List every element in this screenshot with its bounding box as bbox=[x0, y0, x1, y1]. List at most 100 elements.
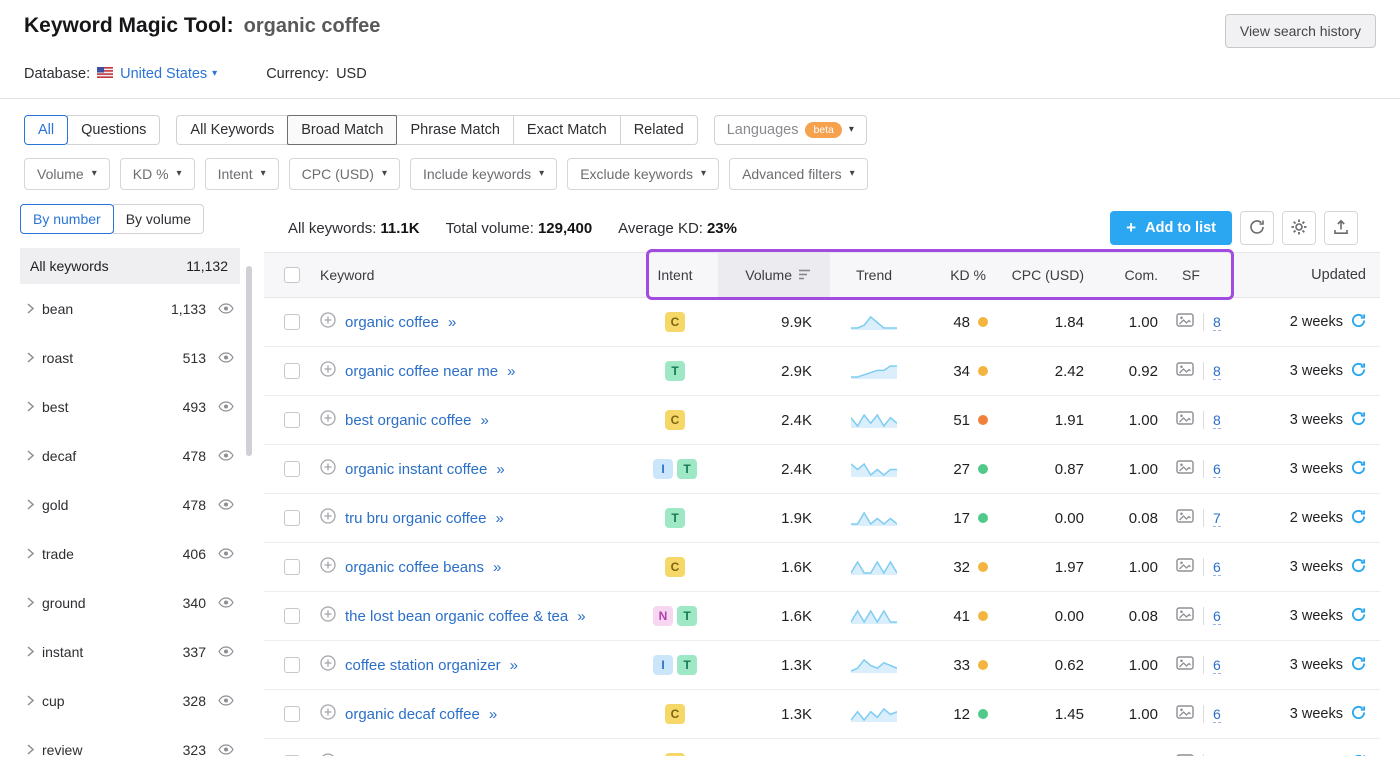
column-header-updated[interactable]: Updated bbox=[1260, 267, 1380, 283]
keyword-link[interactable]: organic coffee bbox=[345, 314, 439, 331]
column-header-cpc[interactable]: CPC (USD) bbox=[1000, 267, 1100, 283]
preview-eye-icon[interactable] bbox=[218, 548, 234, 559]
serp-snapshot-icon[interactable] bbox=[1176, 362, 1194, 380]
keyword-group-trade[interactable]: trade 406 bbox=[20, 529, 240, 578]
tab-exact-match[interactable]: Exact Match bbox=[513, 115, 621, 145]
refresh-metrics-icon[interactable] bbox=[1351, 656, 1366, 675]
row-checkbox[interactable] bbox=[284, 412, 300, 428]
row-checkbox[interactable] bbox=[284, 363, 300, 379]
serp-snapshot-icon[interactable] bbox=[1176, 558, 1194, 576]
preview-eye-icon[interactable] bbox=[218, 303, 234, 314]
filter-exclude-keywords[interactable]: Exclude keywords▾ bbox=[567, 158, 719, 190]
keyword-link[interactable]: best organic coffee bbox=[345, 412, 471, 429]
row-checkbox[interactable] bbox=[284, 559, 300, 575]
keyword-group-review[interactable]: review 323 bbox=[20, 725, 240, 756]
serp-snapshot-icon[interactable] bbox=[1176, 460, 1194, 478]
export-button[interactable] bbox=[1324, 211, 1358, 245]
row-checkbox[interactable] bbox=[284, 755, 300, 756]
open-keyword-icon[interactable]: » bbox=[489, 706, 497, 723]
row-checkbox[interactable] bbox=[284, 461, 300, 477]
refresh-metrics-icon[interactable] bbox=[1351, 411, 1366, 430]
sf-count-link[interactable]: 6 bbox=[1213, 461, 1221, 478]
add-keyword-icon[interactable] bbox=[320, 753, 336, 756]
view-search-history-button[interactable]: View search history bbox=[1225, 14, 1376, 48]
filter-advanced-filters[interactable]: Advanced filters▾ bbox=[729, 158, 868, 190]
serp-snapshot-icon[interactable] bbox=[1176, 705, 1194, 723]
keyword-link[interactable]: coffee bag organizer bbox=[345, 755, 482, 757]
keyword-link[interactable]: organic decaf coffee bbox=[345, 706, 480, 723]
languages-dropdown[interactable]: Languages beta ▾ bbox=[714, 115, 867, 145]
filter-volume[interactable]: Volume▾ bbox=[24, 158, 110, 190]
preview-eye-icon[interactable] bbox=[218, 450, 234, 461]
preview-eye-icon[interactable] bbox=[218, 597, 234, 608]
serp-snapshot-icon[interactable] bbox=[1176, 607, 1194, 625]
preview-eye-icon[interactable] bbox=[218, 352, 234, 363]
add-keyword-icon[interactable] bbox=[320, 557, 336, 577]
sf-count-link[interactable]: 6 bbox=[1213, 657, 1221, 674]
open-keyword-icon[interactable]: » bbox=[510, 657, 518, 674]
sf-count-link[interactable]: 8 bbox=[1213, 314, 1221, 331]
preview-eye-icon[interactable] bbox=[218, 499, 234, 510]
keyword-link[interactable]: the lost bean organic coffee & tea bbox=[345, 608, 568, 625]
filter-kd[interactable]: KD %▾ bbox=[120, 158, 195, 190]
keyword-group-ground[interactable]: ground 340 bbox=[20, 578, 240, 627]
keyword-link[interactable]: coffee station organizer bbox=[345, 657, 501, 674]
add-keyword-icon[interactable] bbox=[320, 704, 336, 724]
keyword-group-roast[interactable]: roast 513 bbox=[20, 333, 240, 382]
sf-count-link[interactable]: 8 bbox=[1213, 363, 1221, 380]
add-to-list-button[interactable]: + Add to list bbox=[1110, 211, 1232, 245]
refresh-metrics-icon[interactable] bbox=[1351, 754, 1366, 757]
serp-snapshot-icon[interactable] bbox=[1176, 754, 1194, 756]
sf-count-link[interactable]: 8 bbox=[1213, 412, 1221, 429]
add-keyword-icon[interactable] bbox=[320, 361, 336, 381]
column-header-volume[interactable]: Volume bbox=[718, 253, 830, 297]
add-keyword-icon[interactable] bbox=[320, 655, 336, 675]
keyword-group-cup[interactable]: cup 328 bbox=[20, 676, 240, 725]
open-keyword-icon[interactable]: » bbox=[448, 314, 456, 331]
row-checkbox[interactable] bbox=[284, 314, 300, 330]
tab-broad-match[interactable]: Broad Match bbox=[287, 115, 397, 145]
sidebar-scrollbar[interactable] bbox=[246, 266, 252, 456]
refresh-metrics-icon[interactable] bbox=[1351, 313, 1366, 332]
column-header-trend[interactable]: Trend bbox=[830, 267, 918, 283]
refresh-metrics-icon[interactable] bbox=[1351, 705, 1366, 724]
open-keyword-icon[interactable]: » bbox=[496, 461, 504, 478]
toggle-by-volume[interactable]: By volume bbox=[113, 204, 204, 234]
sf-count-link[interactable]: 6 bbox=[1213, 706, 1221, 723]
preview-eye-icon[interactable] bbox=[218, 646, 234, 657]
sf-count-link[interactable]: 7 bbox=[1213, 510, 1221, 527]
database-selector[interactable]: United States▾ bbox=[120, 66, 217, 82]
settings-button[interactable] bbox=[1282, 211, 1316, 245]
tab-all[interactable]: All bbox=[24, 115, 68, 145]
tab-related[interactable]: Related bbox=[620, 115, 698, 145]
add-keyword-icon[interactable] bbox=[320, 312, 336, 332]
keyword-group-decaf[interactable]: decaf 478 bbox=[20, 431, 240, 480]
keyword-group-bean[interactable]: bean 1,133 bbox=[20, 284, 240, 333]
tab-all-keywords[interactable]: All Keywords bbox=[176, 115, 288, 145]
row-checkbox[interactable] bbox=[284, 510, 300, 526]
serp-snapshot-icon[interactable] bbox=[1176, 411, 1194, 429]
sf-count-link[interactable]: 6 bbox=[1213, 608, 1221, 625]
preview-eye-icon[interactable] bbox=[218, 401, 234, 412]
filter-cpc-usd[interactable]: CPC (USD)▾ bbox=[289, 158, 400, 190]
open-keyword-icon[interactable]: » bbox=[480, 412, 488, 429]
refresh-metrics-icon[interactable] bbox=[1351, 607, 1366, 626]
column-header-intent[interactable]: Intent bbox=[632, 267, 718, 283]
preview-eye-icon[interactable] bbox=[218, 695, 234, 706]
open-keyword-icon[interactable]: » bbox=[495, 510, 503, 527]
tab-phrase-match[interactable]: Phrase Match bbox=[396, 115, 513, 145]
toggle-by-number[interactable]: By number bbox=[20, 204, 114, 234]
open-keyword-icon[interactable]: » bbox=[493, 559, 501, 576]
open-keyword-icon[interactable]: » bbox=[507, 363, 515, 380]
refresh-button[interactable] bbox=[1240, 211, 1274, 245]
keyword-group-instant[interactable]: instant 337 bbox=[20, 627, 240, 676]
filter-include-keywords[interactable]: Include keywords▾ bbox=[410, 158, 557, 190]
keyword-link[interactable]: organic coffee beans bbox=[345, 559, 484, 576]
serp-snapshot-icon[interactable] bbox=[1176, 509, 1194, 527]
refresh-metrics-icon[interactable] bbox=[1351, 362, 1366, 381]
row-checkbox[interactable] bbox=[284, 608, 300, 624]
filter-intent[interactable]: Intent▾ bbox=[205, 158, 279, 190]
sidebar-all-keywords[interactable]: All keywords 11,132 bbox=[20, 248, 240, 284]
add-keyword-icon[interactable] bbox=[320, 606, 336, 626]
sf-count-link[interactable]: 6 bbox=[1213, 559, 1221, 576]
